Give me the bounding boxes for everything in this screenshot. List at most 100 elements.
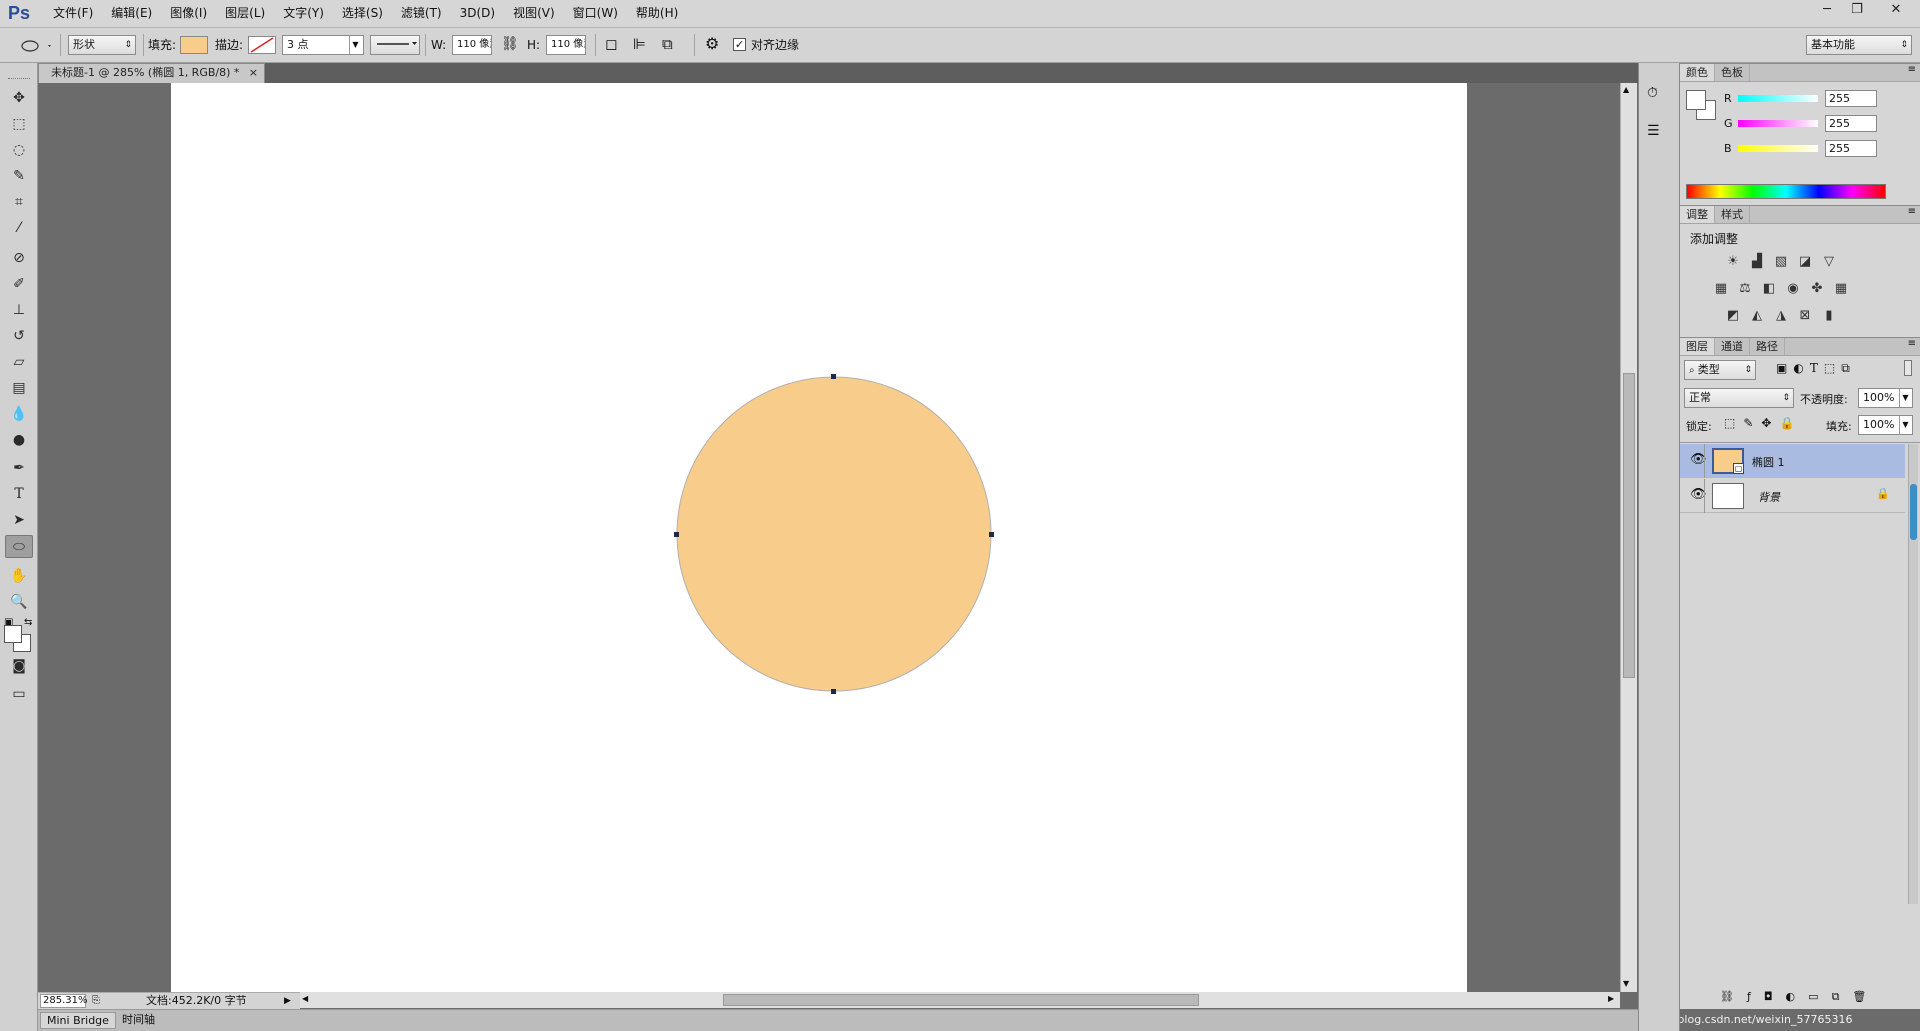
align-edges-checkbox[interactable]: ✓ <box>733 38 746 51</box>
vertical-scrollbar[interactable]: ▲ ▼ <box>1620 83 1637 992</box>
r-field[interactable]: 255 <box>1825 90 1877 107</box>
document-tab[interactable]: 未标题-1 @ 285% (椭圆 1, RGB/8) * × <box>38 63 265 83</box>
close-tab-icon[interactable]: × <box>249 64 258 82</box>
gear-icon[interactable]: ⚙ <box>705 34 719 53</box>
panel-menu-icon[interactable]: ≡ <box>1908 64 1916 75</box>
menu-help[interactable]: 帮助(H) <box>627 0 687 28</box>
smart-object-filter-icon[interactable]: ⧉ <box>1841 361 1850 376</box>
fill-opacity-field[interactable]: 100% ▼ <box>1858 415 1913 435</box>
layer-row-ellipse[interactable]: 👁 ▢ 椭圆 1 <box>1680 444 1905 478</box>
blur-tool-icon[interactable]: 💧 <box>5 403 33 426</box>
exposure-icon[interactable]: ◪ <box>1796 254 1814 270</box>
shape-filter-icon[interactable]: ⬚ <box>1824 361 1835 376</box>
vertical-scroll-thumb[interactable] <box>1623 373 1635 678</box>
width-field[interactable]: 110 像素 <box>452 35 492 55</box>
menu-image[interactable]: 图像(I) <box>161 0 216 28</box>
anchor-point-left[interactable] <box>674 532 679 537</box>
channel-mixer-icon[interactable]: ✤ <box>1808 281 1826 297</box>
stroke-type-select[interactable] <box>370 35 420 55</box>
horizontal-scroll-thumb[interactable] <box>723 994 1199 1006</box>
menu-layer[interactable]: 图层(L) <box>216 0 274 28</box>
minimize-button[interactable]: ─ <box>1810 0 1844 22</box>
layer-filter-select[interactable]: ⌕ 类型 ⇕ <box>1684 360 1756 380</box>
layers-scrollbar[interactable] <box>1908 444 1918 904</box>
curves-icon[interactable]: ▧ <box>1772 254 1790 270</box>
link-layers-icon[interactable]: ⛓ <box>1720 990 1734 1004</box>
color-lookup-icon[interactable]: ▦ <box>1832 281 1850 297</box>
timeline-tab[interactable]: 时间轴 <box>116 1012 161 1029</box>
tool-mode-select[interactable]: 形状 ⇕ <box>68 35 136 55</box>
scroll-down-icon[interactable]: ▼ <box>1623 979 1629 988</box>
gradient-tool-icon[interactable]: ▤ <box>5 377 33 400</box>
export-icon[interactable]: ⎘ <box>92 993 100 1009</box>
restore-button[interactable]: ❐ <box>1840 0 1874 22</box>
path-select-tool-icon[interactable]: ➤ <box>5 509 33 532</box>
mini-bridge-tab[interactable]: Mini Bridge <box>40 1012 116 1029</box>
black-white-icon[interactable]: ◧ <box>1760 281 1778 297</box>
color-balance-icon[interactable]: ⚖ <box>1736 281 1754 297</box>
height-field[interactable]: 110 像素 <box>546 35 586 55</box>
healing-brush-tool-icon[interactable]: ⊘ <box>5 247 33 270</box>
zoom-field[interactable]: 285.31% <box>40 994 88 1008</box>
menu-select[interactable]: 选择(S) <box>333 0 392 28</box>
threshold-icon[interactable]: ◮ <box>1772 308 1790 324</box>
anchor-point-right[interactable] <box>989 532 994 537</box>
swap-colors-icon[interactable]: ⇆ <box>24 617 32 628</box>
scroll-right-icon[interactable]: ▶ <box>1608 994 1614 1003</box>
color-ramp[interactable] <box>1686 184 1886 199</box>
fill-swatch[interactable] <box>180 36 208 54</box>
close-button[interactable]: ✕ <box>1876 0 1916 22</box>
tab-adjustments[interactable]: 调整 <box>1680 206 1715 223</box>
scroll-left-icon[interactable]: ◀ <box>302 994 308 1003</box>
marquee-tool-icon[interactable]: ⬚ <box>5 113 33 136</box>
hue-saturation-icon[interactable]: ▦ <box>1712 281 1730 297</box>
scroll-up-icon[interactable]: ▲ <box>1623 85 1629 94</box>
path-alignment-icon[interactable]: ⊫ <box>633 35 646 53</box>
menu-3d[interactable]: 3D(D) <box>451 0 504 28</box>
new-layer-icon[interactable]: ⧉ <box>1832 990 1840 1004</box>
lasso-tool-icon[interactable]: ◌ <box>5 139 33 162</box>
opacity-field[interactable]: 100% ▼ <box>1858 388 1913 408</box>
hand-tool-icon[interactable]: ✋ <box>5 565 33 588</box>
invert-icon[interactable]: ◩ <box>1724 308 1742 324</box>
delete-layer-icon[interactable]: 🗑 <box>1852 990 1866 1004</box>
menu-edit[interactable]: 编辑(E) <box>102 0 161 28</box>
history-panel-icon[interactable]: ⏱ <box>1647 85 1658 101</box>
eraser-tool-icon[interactable]: ▱ <box>5 351 33 374</box>
new-adjustment-icon[interactable]: ◐ <box>1786 990 1796 1004</box>
quick-select-tool-icon[interactable]: ✎ <box>5 165 33 188</box>
photo-filter-icon[interactable]: ◉ <box>1784 281 1802 297</box>
tab-layers[interactable]: 图层 <box>1680 338 1715 355</box>
horizontal-scrollbar[interactable]: ◀ ▶ <box>300 992 1620 1008</box>
type-filter-icon[interactable]: T <box>1810 361 1818 376</box>
layer-style-icon[interactable]: ƒ <box>1747 990 1751 1004</box>
tab-paths[interactable]: 路径 <box>1750 338 1785 355</box>
tab-channels[interactable]: 通道 <box>1715 338 1750 355</box>
lock-pixels-icon[interactable]: ✎ <box>1743 416 1753 430</box>
tab-color[interactable]: 颜色 <box>1680 64 1715 81</box>
screen-mode-icon[interactable]: ▭ <box>5 683 33 706</box>
b-slider[interactable] <box>1738 145 1818 152</box>
layers-scroll-thumb[interactable] <box>1910 484 1917 540</box>
lock-all-icon[interactable]: 🔒 <box>1779 416 1794 430</box>
tab-styles[interactable]: 样式 <box>1715 206 1750 223</box>
tab-swatches[interactable]: 色板 <box>1715 64 1750 81</box>
crop-tool-icon[interactable]: ⌗ <box>5 191 33 214</box>
status-menu-icon[interactable]: ▶ <box>284 993 291 1009</box>
panel-menu-icon[interactable]: ≡ <box>1908 338 1916 349</box>
document-canvas[interactable] <box>171 83 1467 992</box>
foreground-swatch[interactable] <box>1686 90 1706 110</box>
r-slider[interactable] <box>1738 95 1818 102</box>
stroke-swatch[interactable] <box>248 36 276 54</box>
vibrance-icon[interactable]: ▽ <box>1820 254 1838 270</box>
tool-preset-picker[interactable] <box>8 37 52 55</box>
blend-mode-select[interactable]: 正常 ⇕ <box>1684 388 1794 408</box>
link-icon[interactable]: ⛓ <box>501 36 519 52</box>
adjustment-filter-icon[interactable]: ◐ <box>1793 361 1803 376</box>
stroke-width-field[interactable]: 3 点 ▼ <box>282 35 364 55</box>
move-tool-icon[interactable]: ✥ <box>5 87 33 110</box>
path-arrangement-icon[interactable]: ⧉ <box>662 35 673 53</box>
add-mask-icon[interactable]: ◘ <box>1764 990 1773 1004</box>
eyedropper-tool-icon[interactable]: ⁄ <box>5 217 33 240</box>
b-field[interactable]: 255 <box>1825 140 1877 157</box>
